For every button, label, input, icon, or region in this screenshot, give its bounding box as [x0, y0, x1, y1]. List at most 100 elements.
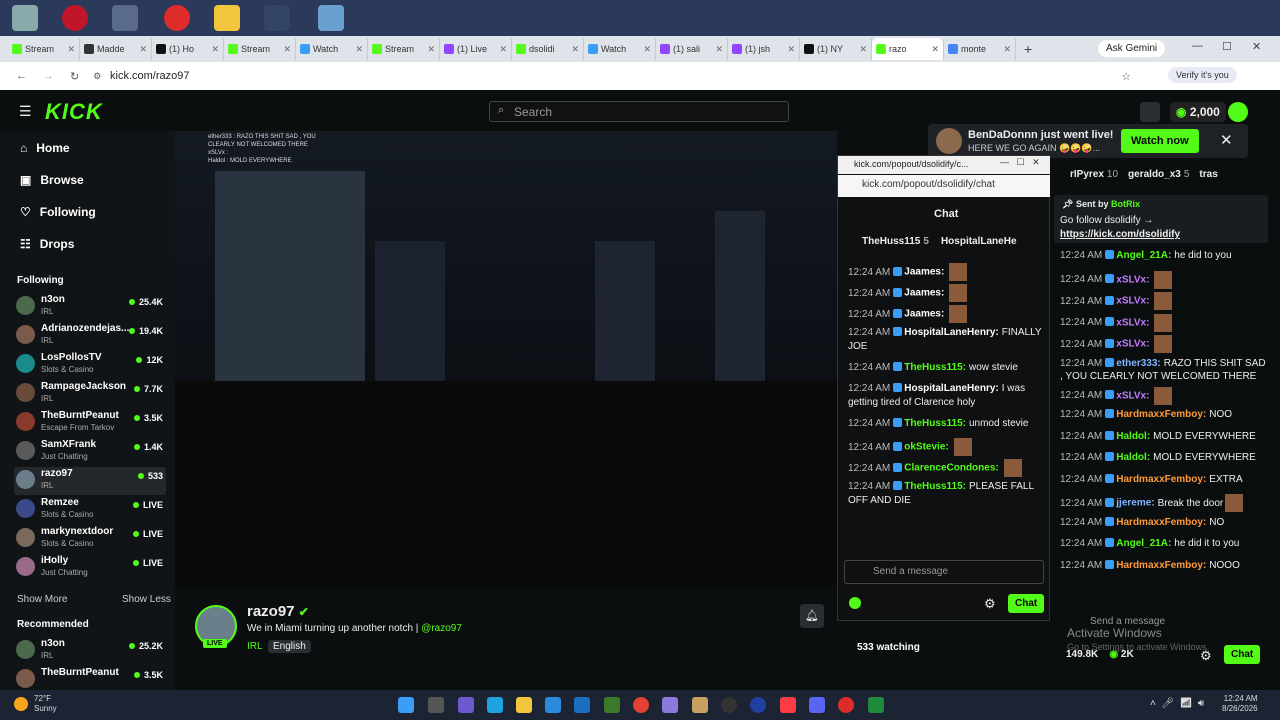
verify-profile-button[interactable]: Verify it's you: [1168, 67, 1237, 83]
bookmark-star-icon[interactable]: ☆: [1121, 70, 1131, 83]
message-user[interactable]: HardmaxxFemboy:: [1116, 560, 1206, 571]
ask-gemini-button[interactable]: Ask Gemini: [1098, 40, 1166, 57]
browser-tab[interactable]: (1) Live ✕: [440, 38, 512, 60]
kick-balance[interactable]: ◉ 2,000: [1170, 102, 1226, 122]
message-user[interactable]: Angel_21A:: [1116, 538, 1171, 549]
message-user[interactable]: HardmaxxFemboy:: [1116, 517, 1206, 528]
app-icon[interactable]: [750, 697, 766, 713]
url-field[interactable]: kick.com/razo97: [110, 70, 189, 82]
sidebar-channel[interactable]: iHolly Just Chatting LIVE: [14, 554, 166, 582]
message-user[interactable]: Jaames:: [904, 288, 944, 299]
sidebar-channel[interactable]: RampageJackson IRL 7.7K: [14, 380, 166, 408]
browser-tab[interactable]: (1) sali ✕: [656, 38, 728, 60]
close-icon[interactable]: ✕: [715, 44, 723, 55]
browser-tab[interactable]: Watch ✕: [296, 38, 368, 60]
folder-icon[interactable]: [214, 5, 240, 31]
ea-icon[interactable]: [838, 697, 854, 713]
music-icon[interactable]: [780, 697, 796, 713]
gear-icon[interactable]: ⚙: [1200, 648, 1212, 664]
sidebar-channel[interactable]: markynextdoor Slots & Casino LIVE: [14, 525, 166, 553]
browser-tab[interactable]: (1) Ho ✕: [152, 38, 224, 60]
sidebar-channel[interactable]: Adrianozendejas... IRL 19.4K: [14, 322, 166, 350]
app-icon[interactable]: [692, 697, 708, 713]
message-user[interactable]: TheHuss115:: [904, 362, 966, 373]
message-user[interactable]: HospitalLaneHenry:: [904, 327, 998, 338]
message-user[interactable]: Haldol:: [1116, 452, 1150, 463]
discord-icon[interactable]: [809, 697, 825, 713]
message-user[interactable]: TheHuss115:: [904, 481, 966, 492]
app-icon[interactable]: [721, 697, 737, 713]
watch-now-button[interactable]: Watch now: [1121, 129, 1199, 153]
game-icon[interactable]: [112, 5, 138, 31]
nav-item-browse[interactable]: ▣ Browse: [20, 173, 84, 187]
sidebar-channel[interactable]: TheBurntPeanut Escape From Tarkov 3.5K: [14, 409, 166, 437]
popout-window-controls[interactable]: — ☐ ✕: [1000, 157, 1040, 168]
popout-chat-input[interactable]: Send a message: [844, 560, 1044, 584]
close-icon[interactable]: ✕: [787, 44, 795, 55]
sidebar-channel[interactable]: n3on IRL 25.2K: [14, 637, 166, 665]
nav-item-following[interactable]: ♡ Following: [20, 205, 96, 219]
close-icon[interactable]: ✕: [859, 44, 867, 55]
bell-icon[interactable]: 🔔︎: [800, 604, 824, 628]
message-user[interactable]: jjereme:: [1116, 498, 1154, 509]
message-user[interactable]: HardmaxxFemboy:: [1116, 409, 1206, 420]
close-icon[interactable]: ✕: [283, 44, 291, 55]
message-user[interactable]: ClarenceCondones:: [904, 463, 998, 474]
minimize-icon[interactable]: —: [1192, 40, 1203, 52]
pinned-link[interactable]: https://kick.com/dsolidify: [1060, 229, 1180, 240]
close-icon[interactable]: ✕: [931, 44, 939, 55]
app-icon[interactable]: [604, 697, 620, 713]
close-icon[interactable]: ✕: [1003, 44, 1011, 55]
message-user[interactable]: xSLVx:: [1116, 296, 1149, 307]
close-icon[interactable]: ✕: [427, 44, 435, 55]
browser-tab[interactable]: Stream ✕: [224, 38, 296, 60]
message-user[interactable]: HospitalLaneHenry:: [904, 383, 998, 394]
video-player[interactable]: [175, 131, 837, 587]
browser-tab[interactable]: monte ✕: [944, 38, 1016, 60]
close-icon[interactable]: ✕: [139, 44, 147, 55]
outlook-icon[interactable]: [574, 697, 590, 713]
nav-item-home[interactable]: ⌂ Home: [20, 141, 70, 155]
browser-tab[interactable]: Stream ✕: [8, 38, 80, 60]
popout-chat-button[interactable]: Chat: [1008, 594, 1045, 613]
message-user[interactable]: ether333:: [1116, 358, 1160, 369]
browser-tab[interactable]: Watch ✕: [584, 38, 656, 60]
file-icon[interactable]: [318, 5, 344, 31]
message-user[interactable]: xSLVx:: [1116, 339, 1149, 350]
message-user[interactable]: HardmaxxFemboy:: [1116, 474, 1206, 485]
sidebar-channel[interactable]: Remzee Slots & Casino LIVE: [14, 496, 166, 524]
close-icon[interactable]: ✕: [1252, 40, 1261, 53]
show-more-link[interactable]: Show More: [17, 594, 68, 605]
show-less-link[interactable]: Show Less: [122, 594, 171, 605]
message-user[interactable]: TheHuss115:: [904, 418, 966, 429]
windows-start-icon[interactable]: [398, 697, 414, 713]
store-icon[interactable]: [545, 697, 561, 713]
app-icon[interactable]: [458, 697, 474, 713]
message-user[interactable]: Jaames:: [904, 309, 944, 320]
app-icon[interactable]: [662, 697, 678, 713]
site-info-icon[interactable]: ⚙: [93, 71, 101, 82]
ea-icon[interactable]: [164, 5, 190, 31]
tray-icons[interactable]: ˄ 🎤︎ 📶︎ 🔊︎: [1150, 698, 1204, 709]
game-icon[interactable]: [264, 5, 290, 31]
excel-icon[interactable]: [868, 697, 884, 713]
message-user[interactable]: okStevie:: [904, 442, 948, 453]
sidebar-channel[interactable]: SamXFrank Just Chatting 1.4K: [14, 438, 166, 466]
close-icon[interactable]: ✕: [643, 44, 651, 55]
browser-tab[interactable]: Stream ✕: [368, 38, 440, 60]
reload-icon[interactable]: ↻: [70, 70, 79, 83]
new-tab-icon[interactable]: +: [1024, 41, 1032, 57]
search-input[interactable]: Search: [489, 101, 789, 122]
app-icon[interactable]: [62, 5, 88, 31]
gear-icon[interactable]: ⚙: [984, 596, 996, 612]
chrome-icon[interactable]: [633, 697, 649, 713]
category-link[interactable]: IRL: [247, 641, 263, 652]
folder-icon[interactable]: [516, 697, 532, 713]
close-icon[interactable]: ✕: [211, 44, 219, 55]
kick-logo[interactable]: KICK: [45, 99, 103, 125]
clock[interactable]: 12:24 AM 8/26/2026: [1222, 694, 1258, 714]
recycle-bin-icon[interactable]: [12, 5, 38, 31]
layout-icon[interactable]: [1140, 102, 1160, 122]
close-icon[interactable]: ✕: [499, 44, 507, 55]
close-icon[interactable]: ✕: [1220, 131, 1233, 149]
